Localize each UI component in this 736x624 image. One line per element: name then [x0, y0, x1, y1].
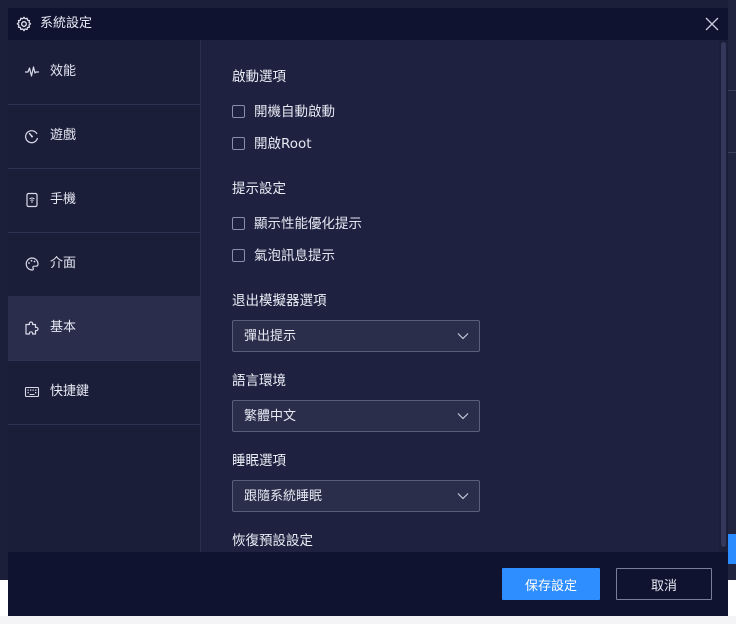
background-app-top [0, 0, 736, 8]
phone-wifi-icon [26, 192, 38, 208]
select-value: 彈出提示 [244, 329, 297, 344]
dialog-title: 系統設定 [40, 16, 93, 31]
startup-section-title: 啟動選項 [232, 69, 286, 85]
scrollbar-thumb[interactable] [721, 42, 726, 547]
settings-sidebar: 效能 遊戲 手機 介面 基本 快捷鍵 [8, 40, 201, 552]
dialog-footer: 保存設定 取消 [8, 552, 728, 616]
exit-option-select[interactable]: 彈出提示 [232, 320, 480, 352]
background-divider [728, 152, 736, 153]
palette-icon [25, 257, 39, 271]
restore-section-title: 恢復預設設定 [232, 533, 313, 549]
sidebar-item-label: 基本 [50, 320, 77, 335]
cancel-button[interactable]: 取消 [616, 568, 712, 600]
background-app-right [728, 0, 736, 580]
sidebar-item-label: 介面 [50, 256, 77, 271]
checkbox-box[interactable] [232, 137, 245, 150]
background-app-left-lower [0, 580, 8, 616]
sidebar-item-phone[interactable]: 手機 [8, 168, 200, 233]
checkbox-label: 顯示性能優化提示 [254, 216, 362, 232]
sidebar-item-label: 效能 [50, 64, 77, 79]
gauge-icon [25, 130, 39, 144]
sleep-section-title: 睡眠選項 [232, 453, 286, 469]
gear-icon [16, 16, 32, 32]
chevron-down-icon [457, 493, 469, 500]
checkbox-label: 開機自動啟動 [254, 104, 335, 120]
chevron-down-icon [457, 413, 469, 420]
background-accent [728, 534, 736, 564]
puzzle-icon [25, 321, 39, 335]
background-app-left [0, 0, 8, 616]
checkbox-box[interactable] [232, 249, 245, 262]
language-section-title: 語言環境 [232, 373, 286, 389]
sidebar-item-label: 手機 [50, 192, 77, 207]
background-divider [728, 90, 736, 91]
select-value: 繁體中文 [244, 409, 297, 424]
background-app-bottom [0, 616, 736, 624]
notifications-section-title: 提示設定 [232, 181, 286, 197]
sidebar-item-game[interactable]: 遊戲 [8, 104, 200, 169]
checkbox-label: 氣泡訊息提示 [254, 248, 335, 264]
chevron-down-icon [457, 333, 469, 340]
sidebar-item-label: 快捷鍵 [50, 384, 90, 399]
sidebar-item-interface[interactable]: 介面 [8, 232, 200, 297]
save-settings-button[interactable]: 保存設定 [502, 568, 600, 600]
dialog-titlebar: 系統設定 [8, 8, 728, 40]
close-icon[interactable] [702, 14, 722, 34]
content-scrollbar[interactable] [719, 40, 728, 552]
language-select[interactable]: 繁體中文 [232, 400, 480, 432]
checkbox-label: 開啟Root [254, 136, 312, 152]
basic-settings-panel: 啟動選項 開機自動啟動 開啟Root 提示設定 顯示性能優化提示 氣泡訊息提示 … [201, 40, 719, 552]
exit-section-title: 退出模擬器選項 [232, 293, 327, 309]
select-value: 跟隨系統睡眠 [244, 489, 323, 504]
sidebar-item-label: 遊戲 [50, 128, 77, 143]
checkbox-box[interactable] [232, 217, 245, 230]
sidebar-item-shortcuts[interactable]: 快捷鍵 [8, 360, 200, 425]
sidebar-item-basic[interactable]: 基本 [8, 296, 200, 361]
sleep-option-select[interactable]: 跟隨系統睡眠 [232, 480, 480, 512]
checkbox-box[interactable] [232, 105, 245, 118]
keyboard-icon [24, 386, 40, 398]
waveform-icon [25, 66, 39, 77]
sidebar-item-performance[interactable]: 效能 [8, 40, 200, 105]
system-settings-dialog: 系統設定 效能 遊戲 手機 介面 基本 快捷鍵 啟動選項 開機自動啟動 開啟Ro… [8, 8, 728, 616]
